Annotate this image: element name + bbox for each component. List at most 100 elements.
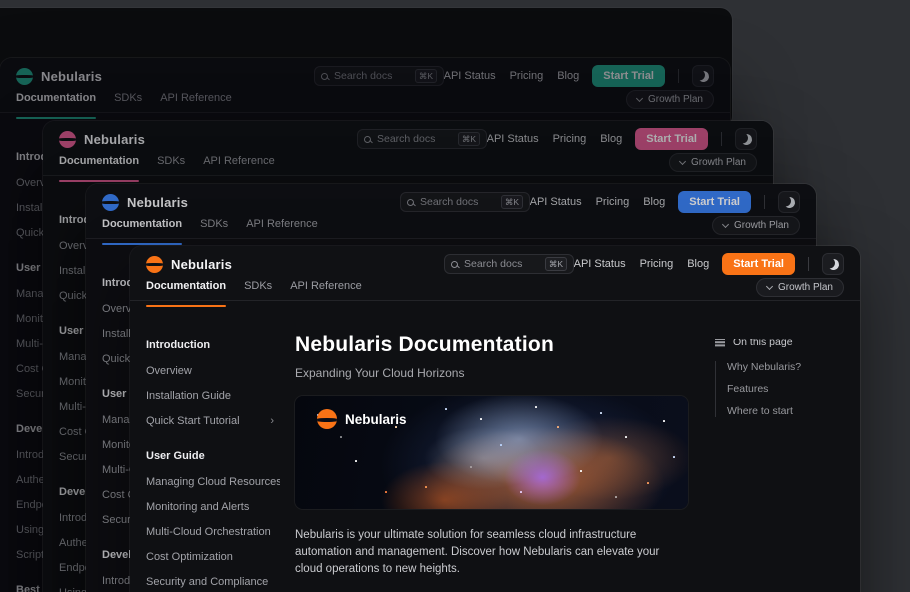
- sidebar-item-label: Security and Compliance: [146, 576, 268, 588]
- nav-link-pricing[interactable]: Pricing: [553, 133, 587, 145]
- theme-toggle-button[interactable]: [735, 128, 757, 150]
- search-icon: [407, 199, 414, 206]
- chevron-down-icon: [679, 157, 686, 164]
- theme-toggle-button[interactable]: [778, 191, 800, 213]
- nebularis-logo-icon: [16, 68, 33, 85]
- nav-link-pricing[interactable]: Pricing: [510, 70, 544, 82]
- tab-api-reference[interactable]: API Reference: [203, 155, 275, 175]
- sidebar-item-installation-guide[interactable]: Installation Guide: [146, 390, 280, 402]
- sidebar-item-security-and-compliance[interactable]: Security and Compliance: [146, 576, 280, 588]
- window-header: Nebularis Search docs ⌘K DashboardAPI St…: [43, 121, 773, 176]
- start-trial-button[interactable]: Start Trial: [722, 253, 795, 275]
- nav-link-blog[interactable]: Blog: [600, 133, 622, 145]
- sidebar-item-managing-cloud-resources[interactable]: Managing Cloud Resources: [146, 476, 280, 488]
- nebularis-logo-icon: [146, 256, 163, 273]
- sidebar-item-monitoring-and-alerts[interactable]: Monitoring and Alerts: [146, 501, 280, 513]
- search-input[interactable]: Search docs ⌘K: [444, 254, 574, 274]
- sidebar-section-user-guide: User Guide: [146, 450, 280, 462]
- tab-documentation[interactable]: Documentation: [146, 280, 226, 300]
- growth-plan-button[interactable]: Growth Plan: [669, 153, 757, 172]
- front-window-orange: Nebularis Search docs ⌘K DashboardAPI St…: [130, 246, 860, 592]
- brand-name: Nebularis: [171, 257, 232, 272]
- search-input[interactable]: Search docs ⌘K: [400, 192, 530, 212]
- tab-documentation[interactable]: Documentation: [59, 155, 139, 175]
- hero-brand: Nebularis: [317, 409, 407, 429]
- search-placeholder: Search docs: [464, 258, 539, 270]
- header-divider: [808, 257, 809, 271]
- search-shortcut-badge: ⌘K: [545, 257, 567, 271]
- sidebar-item-label: Cost Optimization: [146, 551, 233, 563]
- nav-link-pricing[interactable]: Pricing: [596, 196, 630, 208]
- nav-link-pricing[interactable]: Pricing: [640, 258, 674, 270]
- theme-toggle-button[interactable]: [822, 253, 844, 275]
- page-subtitle: Expanding Your Cloud Horizons: [295, 366, 688, 380]
- on-this-page-panel: On this page Why Nebularis? Features Where…: [715, 339, 844, 592]
- nebularis-logo-icon: [102, 194, 119, 211]
- brand-name: Nebularis: [41, 69, 102, 84]
- window-header: Nebularis Search docs ⌘K DashboardAPI St…: [86, 184, 816, 239]
- search-placeholder: Search docs: [334, 70, 409, 82]
- search-shortcut-badge: ⌘K: [501, 195, 523, 209]
- header-divider: [721, 132, 722, 146]
- nebularis-logo-icon: [59, 131, 76, 148]
- nav-link-blog[interactable]: Blog: [687, 258, 709, 270]
- window-stack: Nebularis Search docs ⌘K DashboardAPI St…: [0, 0, 910, 592]
- tab-api-reference[interactable]: API Reference: [290, 280, 362, 300]
- sidebar-item-label: Installation Guide: [146, 390, 231, 402]
- nav-link-api-status[interactable]: API Status: [530, 196, 582, 208]
- list-icon: [715, 339, 725, 340]
- growth-plan-label: Growth Plan: [778, 282, 833, 293]
- tab-api-reference[interactable]: API Reference: [246, 218, 318, 238]
- search-placeholder: Search docs: [420, 196, 495, 208]
- growth-plan-button[interactable]: Growth Plan: [626, 90, 714, 109]
- tab-sdks[interactable]: SDKs: [157, 155, 185, 175]
- search-icon: [451, 261, 458, 268]
- start-trial-button[interactable]: Start Trial: [635, 128, 708, 150]
- brand: Nebularis: [16, 68, 102, 85]
- tab-sdks[interactable]: SDKs: [244, 280, 272, 300]
- window-header: Nebularis Search docs ⌘K DashboardAPI St…: [130, 246, 860, 301]
- moon-icon: [826, 257, 839, 270]
- tab-sdks[interactable]: SDKs: [200, 218, 228, 238]
- nav-link-api-status[interactable]: API Status: [574, 258, 626, 270]
- tab-api-reference[interactable]: API Reference: [160, 92, 232, 112]
- search-input[interactable]: Search docs ⌘K: [314, 66, 444, 86]
- growth-plan-label: Growth Plan: [734, 220, 789, 231]
- toc-item-why-nebularis[interactable]: Why Nebularis?: [716, 361, 844, 373]
- toc-list: Why Nebularis? Features Where to start: [715, 361, 844, 417]
- nav-link-blog[interactable]: Blog: [557, 70, 579, 82]
- nav-link-api-status[interactable]: API Status: [487, 133, 539, 145]
- start-trial-button[interactable]: Start Trial: [678, 191, 751, 213]
- sidebar-item-cost-optimization[interactable]: Cost Optimization: [146, 551, 280, 563]
- search-icon: [364, 136, 371, 143]
- tab-documentation[interactable]: Documentation: [16, 92, 96, 112]
- moon-icon: [739, 132, 752, 145]
- start-trial-button[interactable]: Start Trial: [592, 65, 665, 87]
- sidebar-item-overview[interactable]: Overview: [146, 365, 280, 377]
- tab-sdks[interactable]: SDKs: [114, 92, 142, 112]
- growth-plan-button[interactable]: Growth Plan: [712, 216, 800, 235]
- toc-item-features[interactable]: Features: [716, 383, 844, 395]
- sidebar-item-multi-cloud-orchestration[interactable]: Multi-Cloud Orchestration: [146, 526, 280, 538]
- chevron-down-icon: [722, 220, 729, 227]
- main-content: Nebularis Documentation Expanding Your C…: [295, 339, 688, 592]
- search-input[interactable]: Search docs ⌘K: [357, 129, 487, 149]
- theme-toggle-button[interactable]: [692, 65, 714, 87]
- hero-brand-name: Nebularis: [345, 412, 407, 427]
- sidebar-item-quick-start-tutorial[interactable]: Quick Start Tutorial›: [146, 415, 280, 427]
- growth-plan-button[interactable]: Growth Plan: [756, 278, 844, 297]
- sidebar-item-label: Multi-Cloud Orchestration: [146, 526, 271, 538]
- brand: Nebularis: [59, 131, 145, 148]
- brand: Nebularis: [102, 194, 188, 211]
- tab-documentation[interactable]: Documentation: [102, 218, 182, 238]
- brand-name: Nebularis: [84, 132, 145, 147]
- sidebar: IntroductionOverviewInstallation GuideQu…: [146, 339, 280, 592]
- tab-bar: Documentation SDKs API Reference: [146, 280, 362, 300]
- growth-plan-label: Growth Plan: [648, 94, 703, 105]
- nav-link-blog[interactable]: Blog: [643, 196, 665, 208]
- toc-item-where-to-start[interactable]: Where to start: [716, 405, 844, 417]
- nav-link-api-status[interactable]: API Status: [444, 70, 496, 82]
- chevron-down-icon: [636, 94, 643, 101]
- window-header: Nebularis Search docs ⌘K DashboardAPI St…: [0, 58, 730, 113]
- toc-title: On this page: [733, 339, 793, 348]
